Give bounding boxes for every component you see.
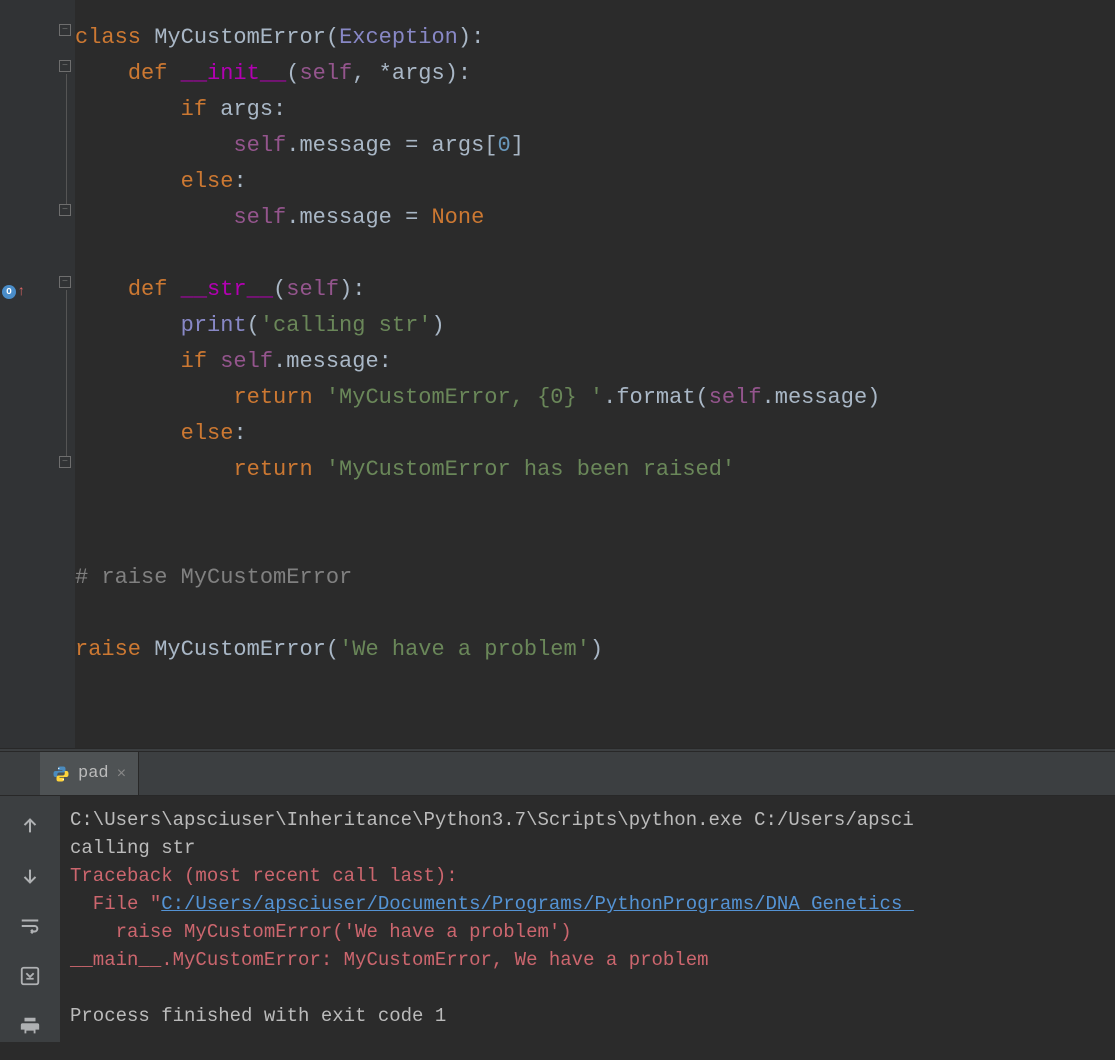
class-name: MyCustomError <box>154 25 326 50</box>
console-error-line: Traceback (most recent call last): <box>70 865 458 887</box>
soft-wrap-button[interactable] <box>14 910 46 942</box>
scroll-up-button[interactable] <box>14 810 46 842</box>
editor-area: O ↑ − − − − − class MyCustomError(Except… <box>0 0 1115 748</box>
run-tab-bar: pad × <box>0 752 1115 796</box>
base-class: Exception <box>339 25 458 50</box>
keyword: raise <box>75 637 141 662</box>
fold-toggle[interactable]: − <box>59 60 71 72</box>
none-literal: None <box>431 205 484 230</box>
attribute: message <box>286 349 378 374</box>
console-line: calling str <box>70 837 195 859</box>
attribute: message <box>299 205 391 230</box>
string: 'calling str' <box>260 313 432 338</box>
tab-label: pad <box>78 764 109 783</box>
tab-close-icon[interactable]: × <box>117 765 127 783</box>
string: 'We have a problem' <box>339 637 590 662</box>
keyword: return <box>233 385 312 410</box>
code-editor[interactable]: class MyCustomError(Exception): def __in… <box>75 0 880 748</box>
self-param: self <box>299 61 352 86</box>
self-ref: self <box>709 385 762 410</box>
keyword: if <box>181 349 207 374</box>
self-ref: self <box>220 349 273 374</box>
override-arrow-icon: ↑ <box>17 284 25 300</box>
keyword: return <box>233 457 312 482</box>
class-ref: MyCustomError <box>154 637 326 662</box>
scroll-down-button[interactable] <box>14 860 46 892</box>
console-error-line: File " <box>70 893 161 915</box>
comment: # raise MyCustomError <box>75 565 352 590</box>
console-line: C:\Users\apsciuser\Inheritance\Python3.7… <box>70 809 914 831</box>
console-toolbar <box>0 796 60 1042</box>
keyword: else <box>181 169 234 194</box>
file-link[interactable]: C:/Users/apsciuser/Documents/Programs/Py… <box>161 893 914 915</box>
override-circle-icon: O <box>2 285 16 299</box>
fold-end[interactable]: − <box>59 456 71 468</box>
keyword: def <box>128 277 168 302</box>
self-ref: self <box>233 205 286 230</box>
console-line: Process finished with exit code 1 <box>70 1005 446 1027</box>
keyword: class <box>75 25 141 50</box>
console-error-line: __main__.MyCustomError: MyCustomError, W… <box>70 949 720 971</box>
attribute: message <box>775 385 867 410</box>
console-error-line: raise MyCustomError('We have a problem') <box>70 921 572 943</box>
python-icon <box>52 765 70 783</box>
keyword: if <box>181 97 207 122</box>
number: 0 <box>498 133 511 158</box>
self-param: self <box>286 277 339 302</box>
method: format <box>616 385 695 410</box>
scroll-to-end-button[interactable] <box>14 960 46 992</box>
run-panel: pad × C:\Users\apsciuser\Inheritance\Pyt… <box>0 752 1115 1042</box>
param: args <box>392 61 445 86</box>
attribute: message <box>299 133 391 158</box>
string: 'MyCustomError has been raised' <box>326 457 735 482</box>
console-output[interactable]: C:\Users\apsciuser\Inheritance\Python3.7… <box>60 796 1115 1042</box>
override-marker[interactable]: O ↑ <box>2 278 25 301</box>
console-wrap: C:\Users\apsciuser\Inheritance\Python3.7… <box>0 796 1115 1042</box>
editor-gutter: O ↑ − − − − − <box>0 0 75 748</box>
method-name: __str__ <box>181 277 273 302</box>
fold-toggle[interactable]: − <box>59 24 71 36</box>
string: 'MyCustomError, {0} ' <box>326 385 603 410</box>
keyword: else <box>181 421 234 446</box>
identifier: args <box>431 133 484 158</box>
keyword: def <box>128 61 168 86</box>
fold-toggle[interactable]: − <box>59 276 71 288</box>
tab-spacer <box>0 752 40 795</box>
self-ref: self <box>233 133 286 158</box>
fold-end[interactable]: − <box>59 204 71 216</box>
identifier: args <box>220 97 273 122</box>
print-button[interactable] <box>14 1010 46 1042</box>
builtin-fn: print <box>181 313 247 338</box>
run-tab[interactable]: pad × <box>40 752 139 795</box>
method-name: __init__ <box>181 61 287 86</box>
